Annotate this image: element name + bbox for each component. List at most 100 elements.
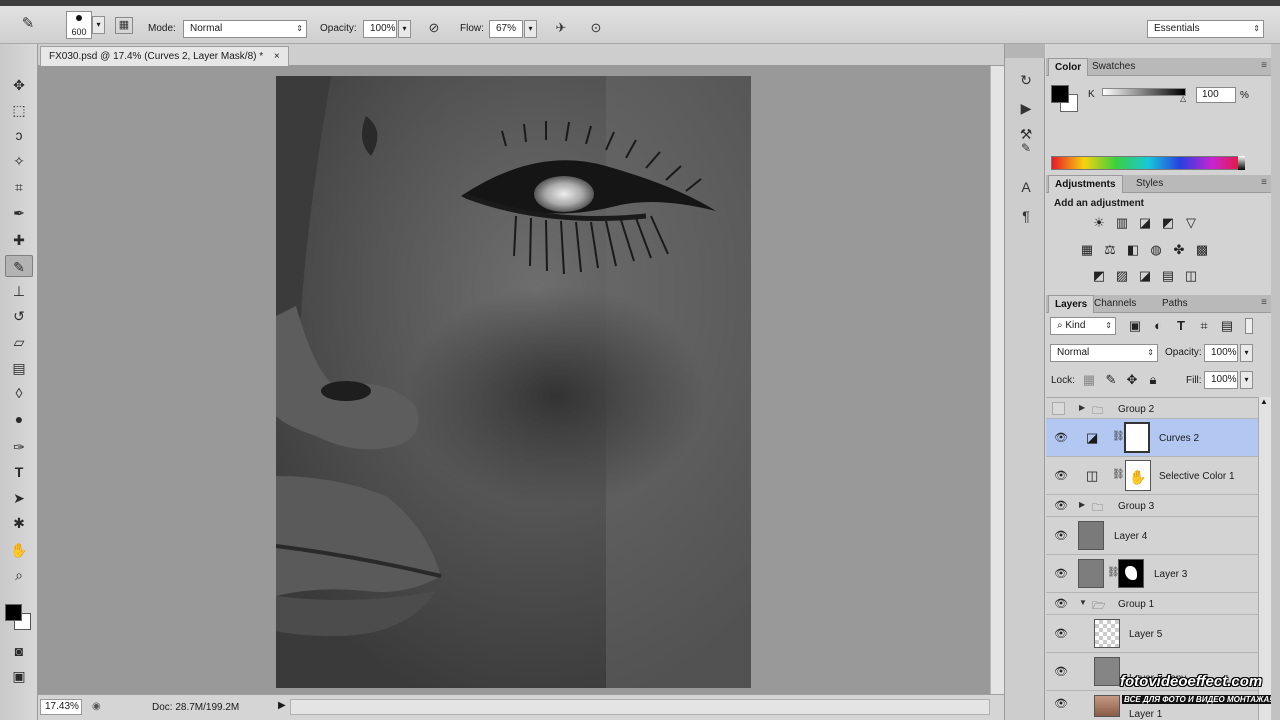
layer-row-selective-color-1[interactable]: 👁︎ ◫ ⛓︎ ✋ Selective Color 1 xyxy=(1046,457,1258,495)
path-selection-tool-icon[interactable]: ➤ xyxy=(5,487,33,509)
layer-row-layer-4[interactable]: 👁︎ Layer 4 xyxy=(1046,517,1258,555)
black-white-icon[interactable]: ◧ xyxy=(1124,241,1142,259)
k-channel-input[interactable]: 100 xyxy=(1196,87,1236,103)
vibrance-icon[interactable]: ▽ xyxy=(1182,214,1200,232)
gradient-map-icon[interactable]: ▤ xyxy=(1159,267,1177,285)
link-icon[interactable]: ⛓︎ xyxy=(1112,469,1125,480)
custom-shape-tool-icon[interactable]: ✱ xyxy=(5,512,33,534)
invert-icon[interactable]: ◩ xyxy=(1090,267,1108,285)
eraser-tool-icon[interactable]: ▱ xyxy=(5,331,33,353)
selective-color-icon[interactable]: ◫ xyxy=(1182,267,1200,285)
paragraph-panel-icon[interactable]: ¶ xyxy=(1015,206,1037,226)
color-balance-icon[interactable]: ⚖ xyxy=(1101,241,1119,259)
zoom-tool-icon[interactable]: ⌕ xyxy=(5,564,33,586)
eyedropper-tool-icon[interactable]: ✒ xyxy=(5,202,33,224)
hue-saturation-icon[interactable]: ▦ xyxy=(1078,241,1096,259)
posterize-icon[interactable]: ▨ xyxy=(1113,267,1131,285)
brush-tool-icon[interactable]: ✎ xyxy=(5,255,33,277)
clone-stamp-tool-icon[interactable]: ⊥ xyxy=(5,280,33,302)
crop-tool-icon[interactable]: ⌗ xyxy=(5,176,33,198)
pressure-size-icon[interactable]: ⊙ xyxy=(587,20,605,36)
quick-selection-tool-icon[interactable]: ✧ xyxy=(5,150,33,172)
panel-menu-icon[interactable]: ≡ xyxy=(1261,60,1267,71)
layer-mask-thumbnail[interactable] xyxy=(1118,559,1144,588)
close-tab-icon[interactable]: × xyxy=(274,51,280,62)
layer-thumbnail[interactable] xyxy=(1094,695,1120,717)
photo-filter-icon[interactable]: ◍ xyxy=(1147,241,1165,259)
history-panel-icon[interactable]: ↻ xyxy=(1015,70,1037,90)
color-ramp-bw[interactable] xyxy=(1238,156,1245,170)
tab-paths[interactable]: Paths xyxy=(1156,295,1194,313)
move-tool-icon[interactable]: ✥ xyxy=(5,74,33,96)
opacity-input[interactable]: 100% xyxy=(363,20,397,38)
scroll-up-arrow-icon[interactable]: ▲ xyxy=(1260,397,1268,406)
airbrush-icon[interactable]: ✈ xyxy=(552,20,570,36)
eye-icon[interactable]: 👁︎ xyxy=(1054,469,1068,482)
layer-row-curves-2[interactable]: 👁︎ ◪ ⛓︎ Curves 2 xyxy=(1046,419,1258,457)
lock-all-icon[interactable]: 🔒︎ xyxy=(1144,371,1162,389)
lasso-tool-icon[interactable]: ↄ xyxy=(5,124,33,146)
pressure-opacity-icon[interactable]: ⊘ xyxy=(425,20,443,36)
color-foreground-swatch[interactable] xyxy=(1051,85,1069,103)
eye-icon[interactable]: 👁︎ xyxy=(1054,431,1068,444)
fill-input[interactable]: 100% xyxy=(1204,371,1238,389)
opacity-dropdown-icon[interactable]: ▾ xyxy=(398,20,411,38)
marquee-tool-icon[interactable]: ⬚ xyxy=(5,99,33,121)
layer-opacity-dropdown-icon[interactable]: ▾ xyxy=(1240,344,1253,362)
dodge-tool-icon[interactable]: ● xyxy=(5,408,33,430)
layer-thumbnail[interactable] xyxy=(1094,657,1120,686)
brush-preset-dropdown-icon[interactable]: ▾ xyxy=(92,16,105,34)
lock-image-icon[interactable]: ✎ xyxy=(1102,371,1120,389)
flow-dropdown-icon[interactable]: ▾ xyxy=(524,20,537,38)
filter-toggle[interactable] xyxy=(1245,318,1253,334)
color-lookup-icon[interactable]: ▩ xyxy=(1193,241,1211,259)
panel-menu-icon[interactable]: ≡ xyxy=(1261,297,1267,308)
filter-pixel-icon[interactable]: ▣ xyxy=(1126,317,1144,335)
type-tool-icon[interactable]: T xyxy=(5,461,33,483)
curves-icon[interactable]: ◪ xyxy=(1136,214,1154,232)
character-panel-icon[interactable]: A xyxy=(1015,177,1037,197)
brush-panel-toggle-icon[interactable]: ▦ xyxy=(115,17,133,34)
lock-position-icon[interactable]: ✥ xyxy=(1123,371,1141,389)
layer-row-group-2[interactable]: ▶ 🗀︎ Group 2 xyxy=(1046,397,1258,419)
filter-adjustment-icon[interactable]: ◐ xyxy=(1149,317,1167,335)
visibility-toggle-off[interactable] xyxy=(1052,402,1065,415)
eye-icon[interactable]: 👁︎ xyxy=(1054,597,1068,610)
layers-scrollbar[interactable]: ▲ xyxy=(1258,397,1271,720)
brush-tool-icon[interactable]: ✎ xyxy=(18,16,38,32)
tab-adjustments[interactable]: Adjustments xyxy=(1048,175,1123,193)
vertical-scrollbar[interactable] xyxy=(990,66,1004,694)
status-menu-arrow-icon[interactable]: ▶ xyxy=(278,700,286,711)
gradient-tool-icon[interactable]: ▤ xyxy=(5,357,33,379)
layer-opacity-input[interactable]: 100% xyxy=(1204,344,1238,362)
zoom-level-input[interactable]: 17.43% xyxy=(40,699,82,715)
eye-icon[interactable]: 👁︎ xyxy=(1054,627,1068,640)
document-tab[interactable]: FX030.psd @ 17.4% (Curves 2, Layer Mask/… xyxy=(40,46,289,66)
layer-thumbnail[interactable] xyxy=(1094,619,1120,648)
flow-input[interactable]: 67% xyxy=(489,20,523,38)
canvas-area[interactable] xyxy=(38,66,990,694)
eye-icon[interactable]: 👁︎ xyxy=(1054,665,1068,678)
layer-row-layer-5[interactable]: 👁︎ Layer 5 xyxy=(1046,615,1258,653)
tab-styles[interactable]: Styles xyxy=(1130,175,1169,193)
eye-icon[interactable]: 👁︎ xyxy=(1054,499,1068,512)
fill-dropdown-icon[interactable]: ▾ xyxy=(1240,371,1253,389)
eye-icon[interactable]: 👁︎ xyxy=(1054,567,1068,580)
filter-smart-object-icon[interactable]: ▤ xyxy=(1218,317,1236,335)
layer-thumbnail[interactable] xyxy=(1078,521,1104,550)
eye-icon[interactable]: 👁︎ xyxy=(1054,697,1068,710)
blend-mode-select[interactable]: Normal ⇕ xyxy=(1050,344,1158,362)
hand-tool-icon[interactable]: ✋ xyxy=(5,539,33,561)
channel-mixer-icon[interactable]: ✤ xyxy=(1170,241,1188,259)
layer-filter-select[interactable]: ⌕ Kind ⇕ xyxy=(1050,317,1116,335)
history-brush-tool-icon[interactable]: ↺ xyxy=(5,305,33,327)
screen-mode-icon[interactable]: ▣ xyxy=(5,665,33,687)
status-options-icon[interactable]: ◉ xyxy=(92,701,101,712)
panel-menu-icon[interactable]: ≡ xyxy=(1261,177,1267,188)
lock-transparent-icon[interactable]: ▦ xyxy=(1080,371,1098,389)
threshold-icon[interactable]: ◪ xyxy=(1136,267,1154,285)
brightness-icon[interactable]: ☀ xyxy=(1090,214,1108,232)
expanded-arrow-icon[interactable]: ▼ xyxy=(1079,598,1087,607)
collapsed-arrow-icon[interactable]: ▶ xyxy=(1079,500,1085,509)
filter-type-icon[interactable]: T xyxy=(1172,317,1190,335)
